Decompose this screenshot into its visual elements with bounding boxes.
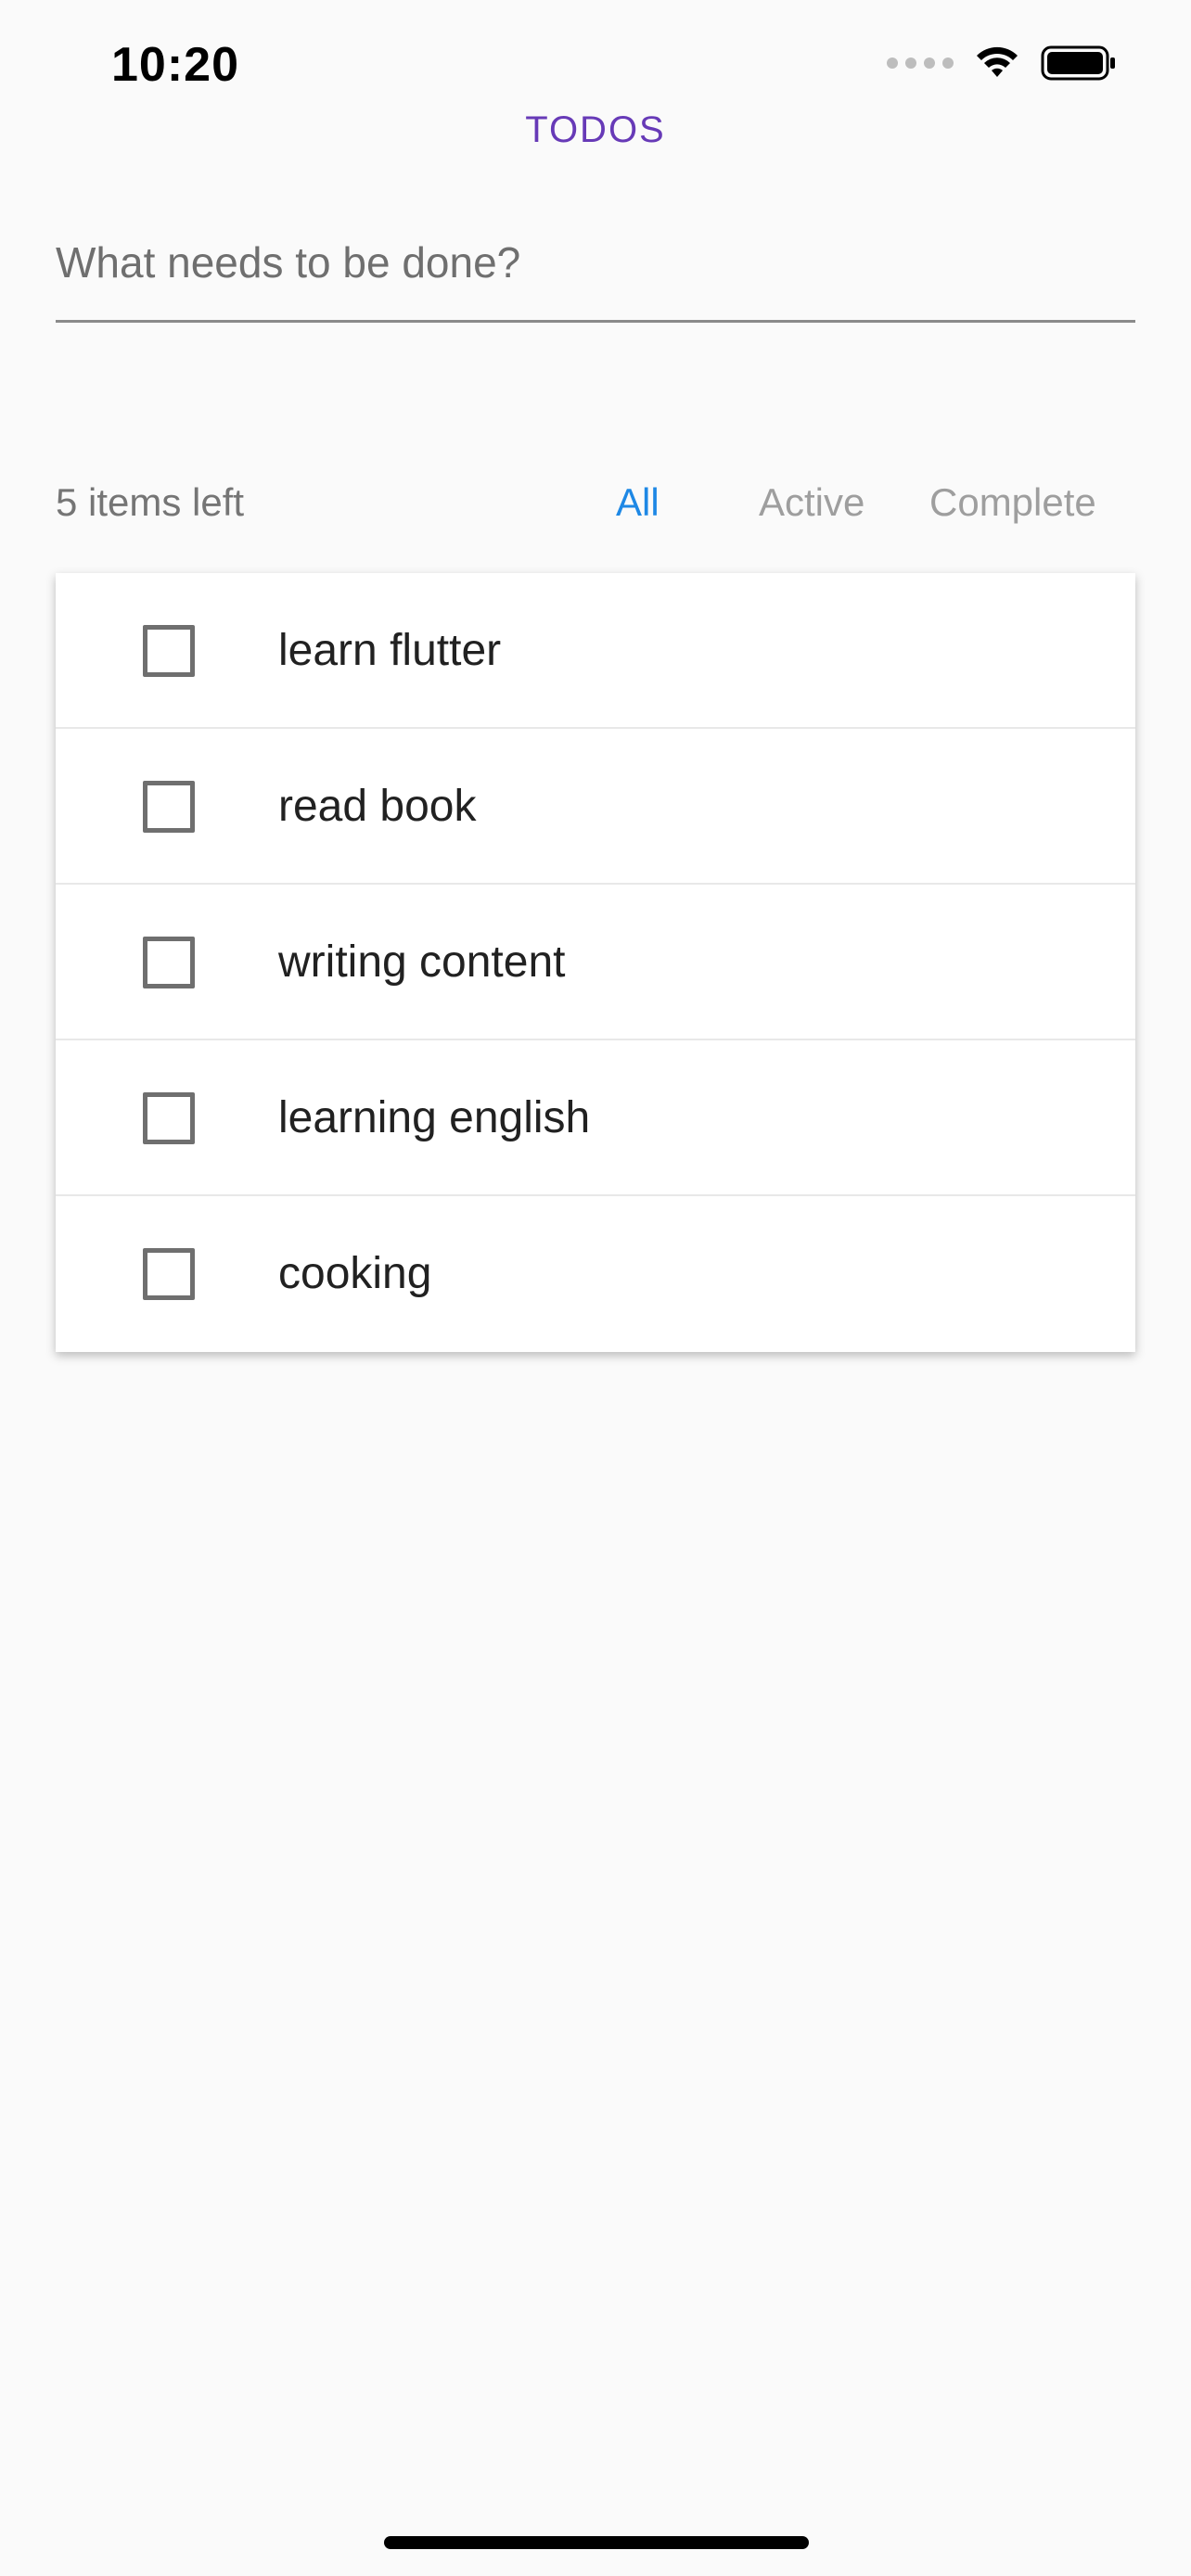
todo-list: learn flutter read book writing content …	[56, 573, 1135, 1352]
todo-checkbox[interactable]	[143, 1248, 195, 1300]
battery-icon	[1041, 45, 1115, 81]
todo-item[interactable]: read book	[56, 729, 1135, 885]
todo-label: learn flutter	[278, 626, 502, 675]
todo-item[interactable]: learning english	[56, 1040, 1135, 1196]
todo-checkbox[interactable]	[143, 781, 195, 833]
todo-item[interactable]: learn flutter	[56, 573, 1135, 729]
signal-dots-icon	[887, 57, 954, 69]
filter-complete[interactable]: Complete	[929, 480, 1096, 525]
todo-checkbox[interactable]	[143, 625, 195, 677]
filter-all[interactable]: All	[616, 480, 660, 525]
todo-label: writing content	[278, 937, 566, 987]
status-time: 10:20	[111, 38, 239, 92]
status-icons	[887, 45, 1117, 82]
todo-label: read book	[278, 782, 477, 831]
filter-active[interactable]: Active	[759, 480, 864, 525]
todo-item[interactable]: cooking	[56, 1196, 1135, 1352]
screen: 10:20 TODOS 5 items left All Active Comp…	[0, 0, 1191, 2576]
items-left-count: 5 items left	[56, 480, 245, 524]
todo-checkbox[interactable]	[143, 937, 195, 988]
wifi-icon	[977, 46, 1018, 77]
page-title: TODOS	[525, 109, 666, 150]
todo-item[interactable]: writing content	[56, 885, 1135, 1040]
todo-label: learning english	[278, 1093, 591, 1142]
home-indicator[interactable]	[384, 2536, 809, 2549]
todo-checkbox[interactable]	[143, 1092, 195, 1144]
todo-label: cooking	[278, 1249, 432, 1298]
new-todo-input[interactable]	[56, 204, 1135, 323]
